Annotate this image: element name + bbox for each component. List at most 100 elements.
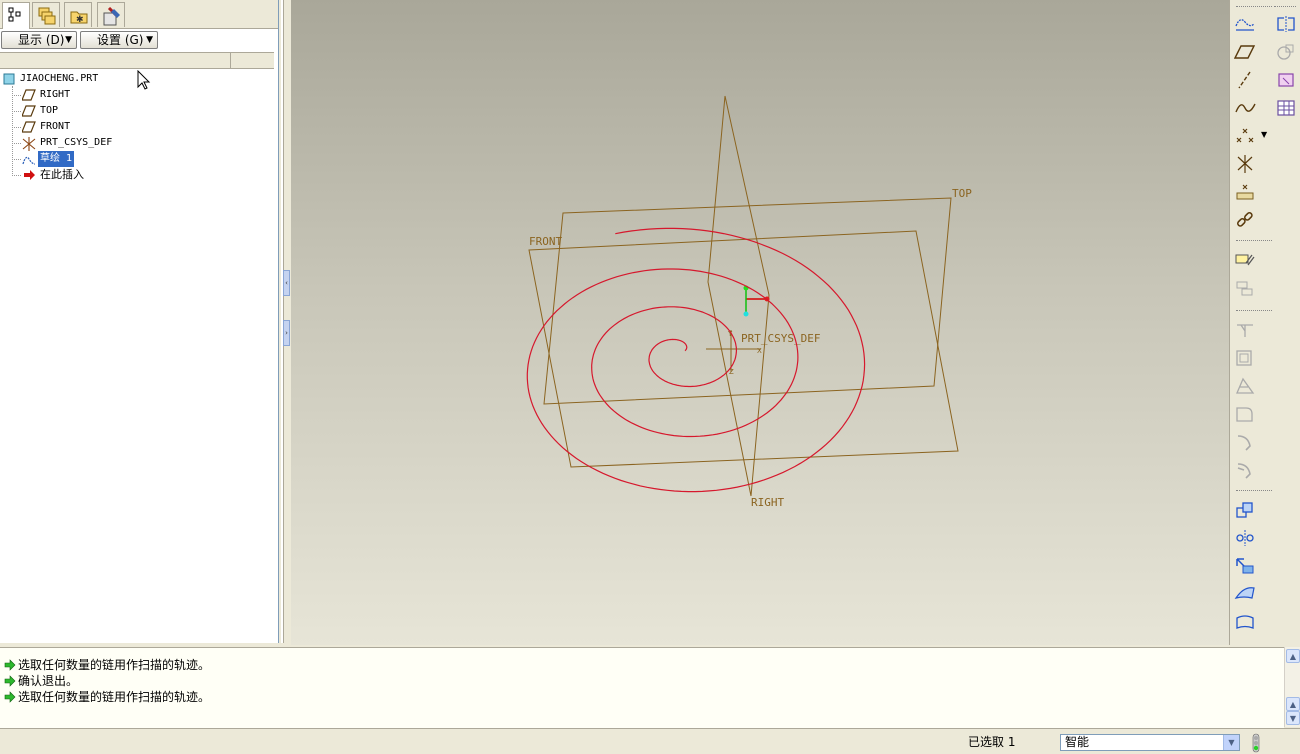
scroll-down-icon[interactable]: ▼ [1286, 711, 1300, 725]
show-dropdown-button[interactable]: 显示 (D) ▼ [1, 31, 77, 49]
mouse-cursor-icon [137, 70, 151, 90]
move-tool-button[interactable] [1232, 497, 1258, 523]
trim-tool-button[interactable] [1232, 581, 1258, 607]
shell-tool-button[interactable] [1232, 345, 1258, 371]
top-datum-plane[interactable] [543, 197, 952, 405]
group-button[interactable] [1273, 67, 1299, 93]
tree-item-label: RIGHT [40, 89, 71, 100]
tab-folder-browser[interactable]: ✱ [64, 2, 92, 27]
datum-plane-tool-button[interactable] [1232, 39, 1258, 65]
message-scrollbar[interactable]: ▲ ▲ ▼ [1284, 647, 1300, 727]
tab-layers[interactable] [32, 2, 60, 27]
model-tree-panel: ✱ 显示 (D) ▼ 设置 (G) ▼ JIAOCHENG.PRT RIGHT … [0, 0, 279, 643]
selection-filter-select[interactable]: 智能 ▼ [1060, 734, 1240, 751]
status-bar: 已选取 1 智能 ▼ [0, 728, 1300, 754]
auto-round-tool-button[interactable] [1232, 457, 1258, 483]
top-plane-label: TOP [952, 187, 972, 200]
chamfer-tool-button[interactable] [1232, 429, 1258, 455]
right-datum-plane[interactable] [707, 95, 770, 497]
svg-text:X: X [757, 347, 762, 355]
trim-icon [1234, 587, 1255, 599]
extend-tool-button[interactable] [1232, 609, 1258, 635]
message-line: 确认退出。 [4, 673, 78, 689]
prompt-arrow-icon [4, 659, 16, 671]
datum-point-tool-button[interactable] [1232, 123, 1258, 149]
extend-icon [1236, 615, 1254, 629]
graphics-viewport[interactable]: TOP FRONT RIGHT PRT_CSYS_DEF Y X Z [291, 0, 1229, 645]
feature-toolbar: ▼ [1229, 0, 1300, 645]
tab-favorites[interactable] [97, 2, 125, 27]
datum-curve-tool-button[interactable] [1232, 95, 1258, 121]
sketch-tool-icon [1235, 19, 1255, 31]
round-icon [1236, 407, 1253, 422]
message-line: 选取任何数量的链用作扫描的轨迹。 [4, 657, 210, 673]
collapse-left-icon[interactable]: ‹ [283, 270, 290, 296]
chamfer-icon [1237, 435, 1251, 451]
auto-round-icon [1237, 463, 1251, 479]
svg-text:✱: ✱ [76, 15, 84, 25]
datum-plane-icon [22, 89, 36, 101]
tree-toolbar: 显示 (D) ▼ 设置 (G) ▼ [0, 29, 278, 51]
chain-tool-button[interactable] [1232, 207, 1258, 233]
csys-label: PRT_CSYS_DEF [741, 332, 820, 345]
chevron-down-icon: ▼ [146, 35, 153, 45]
datum-plane-icon [22, 105, 36, 117]
datum-point-tool-icon [1236, 128, 1254, 143]
merge-tool-button[interactable] [1232, 553, 1258, 579]
scroll-up-icon[interactable]: ▲ [1286, 649, 1300, 663]
chevron-down-icon[interactable]: ▼ [1223, 735, 1239, 750]
copy-paste-icon [1235, 254, 1255, 266]
datum-curve-tool-icon [1235, 103, 1256, 113]
table-button[interactable] [1273, 95, 1299, 121]
merge-icon [1236, 558, 1254, 574]
table-icon [1277, 100, 1295, 116]
insert-here-arrow-icon [24, 170, 35, 180]
expand-right-icon[interactable]: › [283, 320, 290, 346]
tree-root-label: JIAOCHENG.PRT [20, 73, 99, 84]
mirror-tool-button[interactable] [1232, 525, 1258, 551]
prompt-arrow-icon [4, 675, 16, 687]
tree-item-label: 草绘 1 [38, 151, 75, 167]
traffic-light-icon [1252, 733, 1260, 753]
show-button-label: 显示 (D) [18, 33, 65, 47]
tree-connector [12, 86, 13, 176]
part-icon [3, 73, 15, 85]
spiral-sketch-curve[interactable] [526, 227, 866, 493]
model-tree-icon [8, 7, 21, 22]
chevron-down-icon[interactable]: ▼ [1261, 130, 1267, 139]
selection-filter-value: 智能 [1065, 735, 1090, 749]
move-icon [1236, 502, 1253, 518]
paste-special-icon [1236, 281, 1253, 296]
coordinate-system-icon [22, 137, 36, 151]
settings-dropdown-button[interactable]: 设置 (G) ▼ [80, 31, 158, 49]
front-plane-label: FRONT [529, 235, 562, 248]
tree-item-label: 在此插入 [40, 168, 84, 181]
pattern-icon [1277, 44, 1294, 60]
analysis-feature-tool-button[interactable] [1232, 179, 1258, 205]
coordinate-system-tool-icon [1237, 155, 1253, 173]
message-text: 选取任何数量的链用作扫描的轨迹。 [18, 658, 211, 672]
pattern-button[interactable] [1273, 39, 1299, 65]
right-plane-label: RIGHT [751, 496, 784, 509]
settings-button-label: 设置 (G) [97, 33, 144, 47]
datum-plane-tool-icon [1234, 45, 1256, 59]
tree-item-label: PRT_CSYS_DEF [40, 137, 113, 148]
paste-special-tool-button[interactable] [1232, 276, 1258, 302]
shell-icon [1236, 350, 1252, 366]
tab-model-tree[interactable] [2, 2, 30, 29]
datum-plane-icon [22, 121, 36, 133]
rib-tool-button[interactable] [1232, 317, 1258, 343]
mirror-icon [1236, 530, 1254, 546]
coordinate-system-tool-button[interactable] [1232, 151, 1258, 177]
model-canvas[interactable]: TOP FRONT RIGHT PRT_CSYS_DEF Y X Z [291, 0, 1229, 645]
round-tool-button[interactable] [1232, 401, 1258, 427]
copy-tool-button[interactable] [1232, 248, 1258, 274]
panel-splitter[interactable]: ‹ › [279, 0, 291, 643]
datum-display-filter-button[interactable] [1232, 11, 1258, 37]
draft-tool-button[interactable] [1232, 373, 1258, 399]
datum-axis-tool-button[interactable] [1232, 67, 1258, 93]
mirror-sketch-button[interactable] [1273, 11, 1299, 37]
scroll-up-icon[interactable]: ▲ [1286, 697, 1300, 711]
draft-icon [1236, 377, 1255, 394]
message-text: 选取任何数量的链用作扫描的轨迹。 [18, 690, 211, 704]
